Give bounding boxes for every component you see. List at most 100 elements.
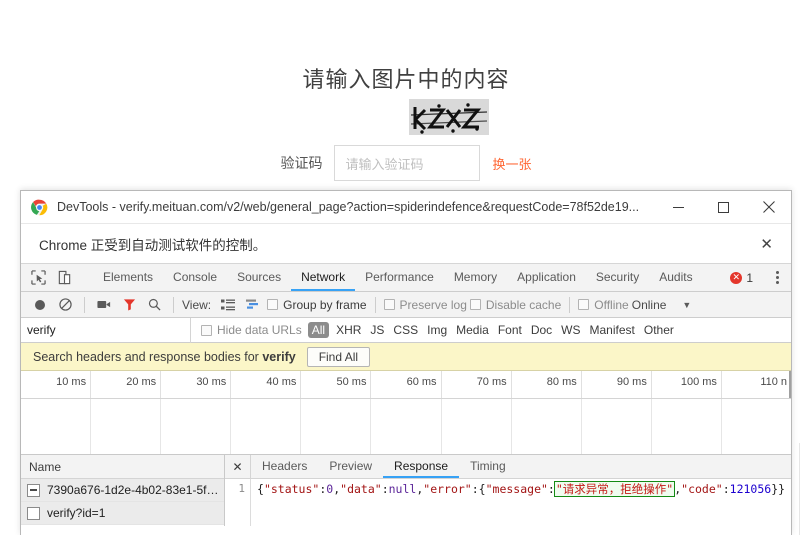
refresh-captcha-link[interactable]: 换一张 [492, 154, 531, 173]
json-token: { [257, 482, 264, 496]
type-filter-doc[interactable]: Doc [531, 323, 552, 337]
hide-data-urls-option[interactable]: Hide data URLs [201, 323, 302, 337]
close-window-button[interactable] [746, 191, 791, 224]
throttling-value[interactable]: Online [632, 298, 667, 312]
search-banner-text: Search headers and response bodies for v… [33, 350, 296, 364]
tab-elements[interactable]: Elements [93, 264, 163, 291]
json-token: : [382, 482, 389, 496]
offline-option[interactable]: Offline [578, 298, 628, 312]
type-filter-all[interactable]: All [308, 322, 329, 338]
filter-toggle-button[interactable] [118, 294, 140, 316]
more-options-icon[interactable] [770, 269, 785, 286]
tick-90ms: 90 ms [581, 371, 651, 399]
type-filter-js[interactable]: JS [370, 323, 384, 337]
preserve-log-checkbox[interactable] [384, 299, 395, 310]
maximize-button[interactable] [701, 191, 746, 224]
json-token: null [389, 482, 417, 496]
clear-button[interactable] [54, 294, 76, 316]
type-filter-css[interactable]: CSS [393, 323, 418, 337]
graph-column [21, 399, 90, 454]
tick-label: 90 ms [617, 376, 647, 388]
tick-label: 30 ms [196, 376, 226, 388]
tick-110ms: 110 n [721, 371, 791, 399]
disable-cache-checkbox[interactable] [470, 299, 481, 310]
search-button[interactable] [143, 294, 165, 316]
graph-column [300, 399, 370, 454]
filter-input[interactable]: verify [21, 318, 191, 343]
json-token: : [472, 482, 479, 496]
table-row[interactable]: 7390a676-1d2e-4b02-83e1-5f… [21, 479, 224, 502]
response-json-code[interactable]: {"status":0,"data":null,"error":{"messag… [251, 479, 791, 526]
tick-label: 10 ms [56, 376, 86, 388]
offline-checkbox[interactable] [578, 299, 589, 310]
table-row[interactable]: verify?id=1 [21, 502, 224, 525]
detail-tab-headers[interactable]: Headers [251, 455, 318, 478]
chevron-down-icon[interactable]: ▼ [682, 300, 691, 310]
error-badge[interactable]: ✕ 1 [730, 271, 753, 285]
graph-column [651, 399, 721, 454]
filter-funnel-icon [123, 298, 136, 311]
record-circle-icon [34, 299, 46, 311]
camera-icon [97, 299, 111, 310]
automation-message: Chrome 正受到自动测试软件的控制。 [39, 234, 756, 254]
type-filter-font[interactable]: Font [498, 323, 522, 337]
json-token: "status" [264, 482, 319, 496]
type-filter-xhr[interactable]: XHR [336, 323, 361, 337]
waterfall-bars-icon [246, 299, 260, 311]
timeline-overview-graph[interactable] [21, 399, 791, 455]
tick-70ms: 70 ms [441, 371, 511, 399]
captcha-input[interactable]: 请输入验证码 [334, 145, 480, 181]
json-token: 121056 [730, 482, 772, 496]
tab-application[interactable]: Application [507, 264, 586, 291]
tabbar-right-group: ✕ 1 [730, 264, 791, 291]
requests-column-header[interactable]: Name [21, 455, 224, 479]
detail-tab-response[interactable]: Response [383, 455, 459, 478]
json-token: "data" [340, 482, 382, 496]
tab-audits[interactable]: Audits [649, 264, 702, 291]
tab-memory[interactable]: Memory [444, 264, 507, 291]
type-filter-manifest[interactable]: Manifest [590, 323, 635, 337]
timeline-cursor-marker [789, 371, 791, 399]
list-view-button[interactable] [217, 294, 239, 316]
tab-performance[interactable]: Performance [355, 264, 444, 291]
graph-column [230, 399, 300, 454]
offline-label: Offline [594, 298, 628, 312]
disable-cache-option[interactable]: Disable cache [470, 298, 561, 312]
graph-column [90, 399, 160, 454]
devtools-window: DevTools - verify.meituan.com/v2/web/gen… [20, 190, 792, 535]
response-body-view[interactable]: 1 {"status":0,"data":null,"error":{"mess… [225, 479, 791, 526]
type-filter-other[interactable]: Other [644, 323, 674, 337]
json-token: "code" [681, 482, 723, 496]
search-banner-prefix: Search headers and response bodies for [33, 350, 259, 364]
tab-security[interactable]: Security [586, 264, 649, 291]
vertical-scrollbar[interactable] [799, 443, 812, 535]
tab-sources[interactable]: Sources [227, 264, 291, 291]
record-button[interactable] [29, 294, 51, 316]
tick-10ms: 10 ms [21, 371, 90, 399]
minimize-icon [673, 202, 684, 213]
capture-screenshots-button[interactable] [93, 294, 115, 316]
maximize-icon [718, 202, 729, 213]
infobar-close-button[interactable]: ✕ [756, 235, 777, 253]
minimize-button[interactable] [656, 191, 701, 224]
tick-30ms: 30 ms [160, 371, 230, 399]
tab-network[interactable]: Network [291, 264, 355, 291]
detail-tab-preview[interactable]: Preview [318, 455, 383, 478]
device-toolbar-icon[interactable] [54, 268, 74, 288]
detail-tab-timing[interactable]: Timing [459, 455, 517, 478]
group-by-frame-option[interactable]: Group by frame [267, 298, 366, 312]
captcha-image[interactable] [409, 99, 489, 135]
waterfall-view-button[interactable] [242, 294, 264, 316]
group-by-frame-checkbox[interactable] [267, 299, 278, 310]
json-token: "message" [486, 482, 548, 496]
tab-console[interactable]: Console [163, 264, 227, 291]
type-filter-ws[interactable]: WS [561, 323, 580, 337]
type-filter-img[interactable]: Img [427, 323, 447, 337]
json-token: { [479, 482, 486, 496]
type-filter-media[interactable]: Media [456, 323, 489, 337]
close-detail-button[interactable]: ✕ [225, 455, 251, 478]
hide-data-urls-checkbox[interactable] [201, 325, 212, 336]
find-all-button[interactable]: Find All [307, 347, 370, 367]
inspect-element-icon[interactable] [28, 268, 48, 288]
preserve-log-option[interactable]: Preserve log [384, 298, 467, 312]
